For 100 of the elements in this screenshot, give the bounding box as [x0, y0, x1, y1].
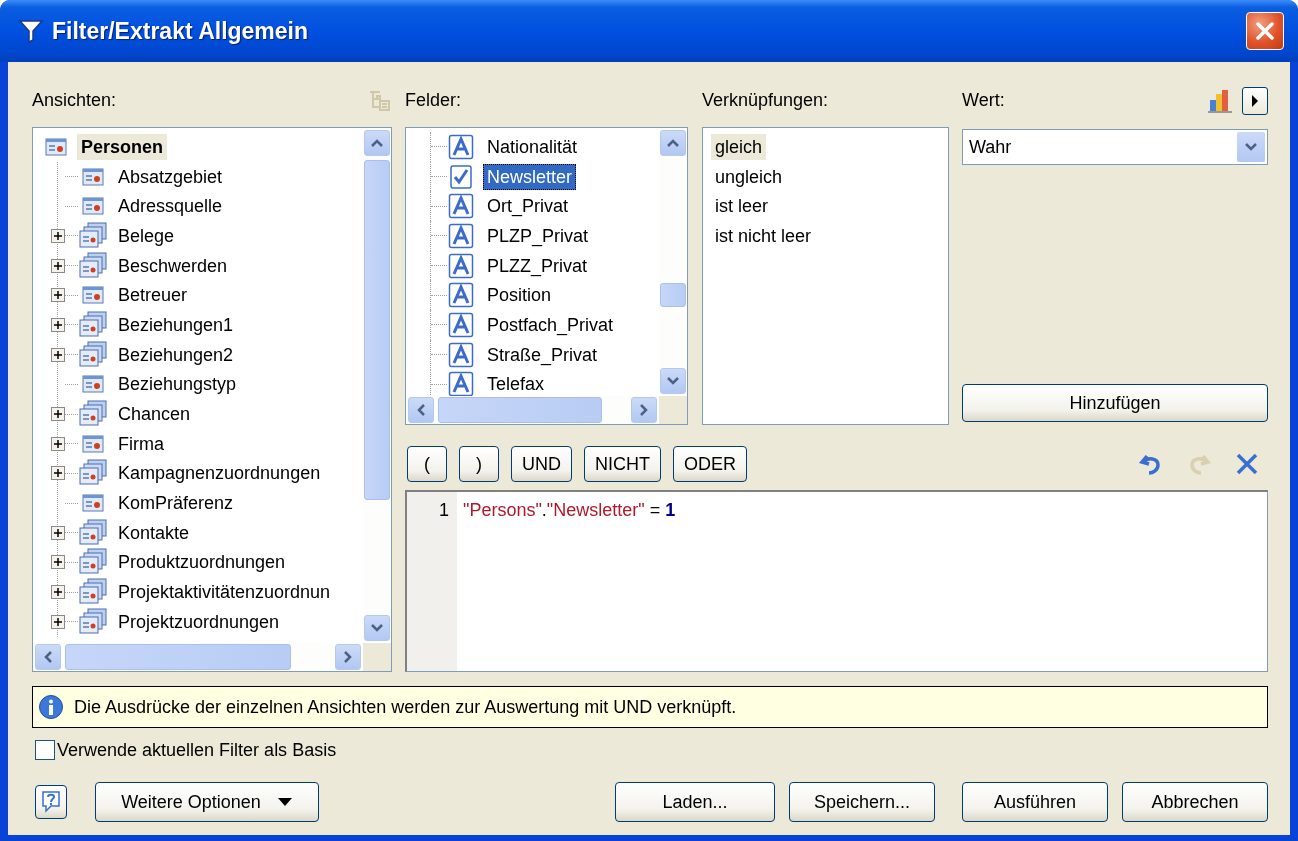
field-item[interactable]: Position — [483, 282, 556, 309]
text-field-icon — [448, 193, 474, 220]
close-icon — [1254, 20, 1276, 42]
scrollbar-thumb[interactable] — [65, 644, 291, 670]
field-item[interactable]: PLZP_Privat — [483, 222, 593, 249]
stacked-tables-icon — [78, 310, 108, 339]
stacked-tables-icon — [78, 459, 108, 488]
scroll-left-button[interactable] — [35, 644, 61, 670]
operator-button[interactable]: UND — [511, 446, 572, 482]
tree-item[interactable]: Kontakte — [114, 519, 194, 546]
chevron-up-icon — [666, 138, 680, 148]
scroll-right-button[interactable] — [335, 644, 361, 670]
info-icon — [38, 694, 64, 720]
text-field-icon — [448, 133, 474, 160]
tree-item[interactable]: Chancen — [114, 401, 195, 428]
dialog-button[interactable]: Ausführen — [962, 782, 1108, 822]
tree-item[interactable]: Firma — [114, 430, 168, 457]
chevron-down-icon — [1244, 142, 1258, 152]
table-icon — [45, 136, 67, 157]
code-line: "Persons"."Newsletter" = 1 — [463, 499, 677, 522]
field-item[interactable]: Ort_Privat — [483, 193, 573, 220]
operator-button[interactable]: ) — [459, 446, 499, 482]
expand-icon — [51, 585, 65, 600]
scroll-right-button[interactable] — [631, 397, 657, 423]
stacked-tables-icon — [78, 251, 108, 280]
tree-item[interactable]: Produktzuordnungen — [114, 549, 290, 576]
value-dropdown[interactable]: Wahr — [962, 129, 1268, 165]
dialog-button[interactable]: Abbrechen — [1122, 782, 1268, 822]
tree-item[interactable]: Belege — [114, 222, 179, 249]
chevron-down-icon — [370, 623, 384, 633]
scrollbar-thumb[interactable] — [438, 397, 602, 423]
operator-item[interactable]: gleich — [711, 133, 767, 160]
operator-button[interactable]: ( — [407, 446, 447, 482]
tree-item[interactable]: Betreuer — [114, 282, 192, 309]
tree-item[interactable]: Beziehungstyp — [114, 371, 241, 398]
scroll-left-button[interactable] — [408, 397, 434, 423]
scroll-up-button[interactable] — [364, 130, 390, 156]
info-text: Die Ausdrücke der einzelnen Ansichten werden zur Auswertung mit UND verknüpft. — [74, 696, 737, 718]
field-item[interactable]: Straße_Privat — [483, 341, 602, 368]
vertical-scrollbar[interactable] — [659, 128, 687, 396]
scrollbar-thumb[interactable] — [660, 283, 686, 307]
tree-item[interactable]: Projektaktivitätenzuordnun — [114, 579, 335, 606]
horizontal-scrollbar[interactable] — [406, 396, 659, 424]
operator-button[interactable]: ODER — [673, 446, 747, 482]
scroll-up-button[interactable] — [660, 130, 686, 156]
checkbox-label[interactable]: Verwende aktuellen Filter als Basis — [57, 739, 337, 761]
views-label: Ansichten: — [32, 90, 117, 111]
field-item[interactable]: Postfach_Privat — [483, 311, 618, 338]
add-button[interactable]: Hinzufügen — [962, 384, 1268, 422]
chevron-left-icon — [43, 650, 53, 664]
text-field-icon — [448, 222, 474, 249]
operator-button[interactable]: NICHT — [584, 446, 661, 482]
expand-icon — [51, 466, 65, 481]
expand-button[interactable] — [1242, 86, 1268, 115]
operator-item[interactable]: ungleich — [711, 163, 787, 190]
dialog-button[interactable]: Laden... — [615, 782, 775, 822]
tree-item[interactable]: Absatzgebiet — [114, 163, 227, 190]
expand-icon — [51, 436, 65, 451]
field-item[interactable]: PLZZ_Privat — [483, 252, 592, 279]
tree-item[interactable]: Beziehungen1 — [114, 311, 238, 338]
tree-item[interactable]: Personen — [77, 133, 168, 160]
tree-item[interactable]: KomPräferenz — [114, 490, 238, 517]
checkbox-field-icon — [448, 163, 474, 190]
tree-item[interactable]: Beziehungen2 — [114, 341, 238, 368]
tree-tool-icon — [368, 88, 392, 113]
expand-icon — [51, 525, 65, 540]
scroll-down-button[interactable] — [660, 368, 686, 394]
tree-item[interactable]: Adressquelle — [114, 193, 227, 220]
close-button[interactable] — [1246, 12, 1284, 50]
line-number: 1 — [438, 499, 449, 522]
table-icon — [82, 196, 104, 217]
text-field-icon — [448, 282, 474, 309]
tree-item[interactable]: Kampagnenzuordnungen — [114, 460, 325, 487]
operator-item[interactable]: ist leer — [711, 193, 772, 220]
expand-icon — [51, 288, 65, 303]
stacked-tables-icon — [78, 548, 108, 577]
scrollbar-thumb[interactable] — [364, 160, 390, 500]
checkbox[interactable] — [35, 740, 55, 760]
tree-item[interactable]: Projektzuordnungen — [114, 608, 284, 635]
field-item[interactable]: Newsletter — [483, 163, 577, 190]
more-options-button[interactable]: Weitere Optionen — [95, 782, 319, 822]
dialog-button[interactable]: Speichern... — [789, 782, 935, 822]
operator-item[interactable]: ist nicht leer — [711, 222, 816, 249]
horizontal-scrollbar[interactable] — [33, 643, 363, 671]
bar-chart-icon — [1206, 87, 1234, 114]
scroll-down-button[interactable] — [364, 615, 390, 641]
help-button[interactable] — [35, 785, 67, 819]
value-label: Wert: — [962, 90, 1005, 111]
field-item[interactable]: Nationalität — [483, 133, 582, 160]
table-icon — [82, 285, 104, 306]
tree-item[interactable]: Beschwerden — [114, 252, 232, 279]
triangle-icon — [1251, 94, 1259, 107]
expression-editor[interactable]: 1 "Persons"."Newsletter" = 1 — [405, 490, 1268, 672]
vertical-scrollbar[interactable] — [363, 128, 391, 643]
filter-icon — [18, 19, 44, 43]
field-item[interactable]: Telefax — [483, 371, 549, 396]
chevron-up-icon — [370, 138, 384, 148]
window-title: Filter/Extrakt Allgemein — [52, 17, 310, 45]
stacked-tables-icon — [78, 578, 108, 607]
expand-icon — [51, 555, 65, 570]
